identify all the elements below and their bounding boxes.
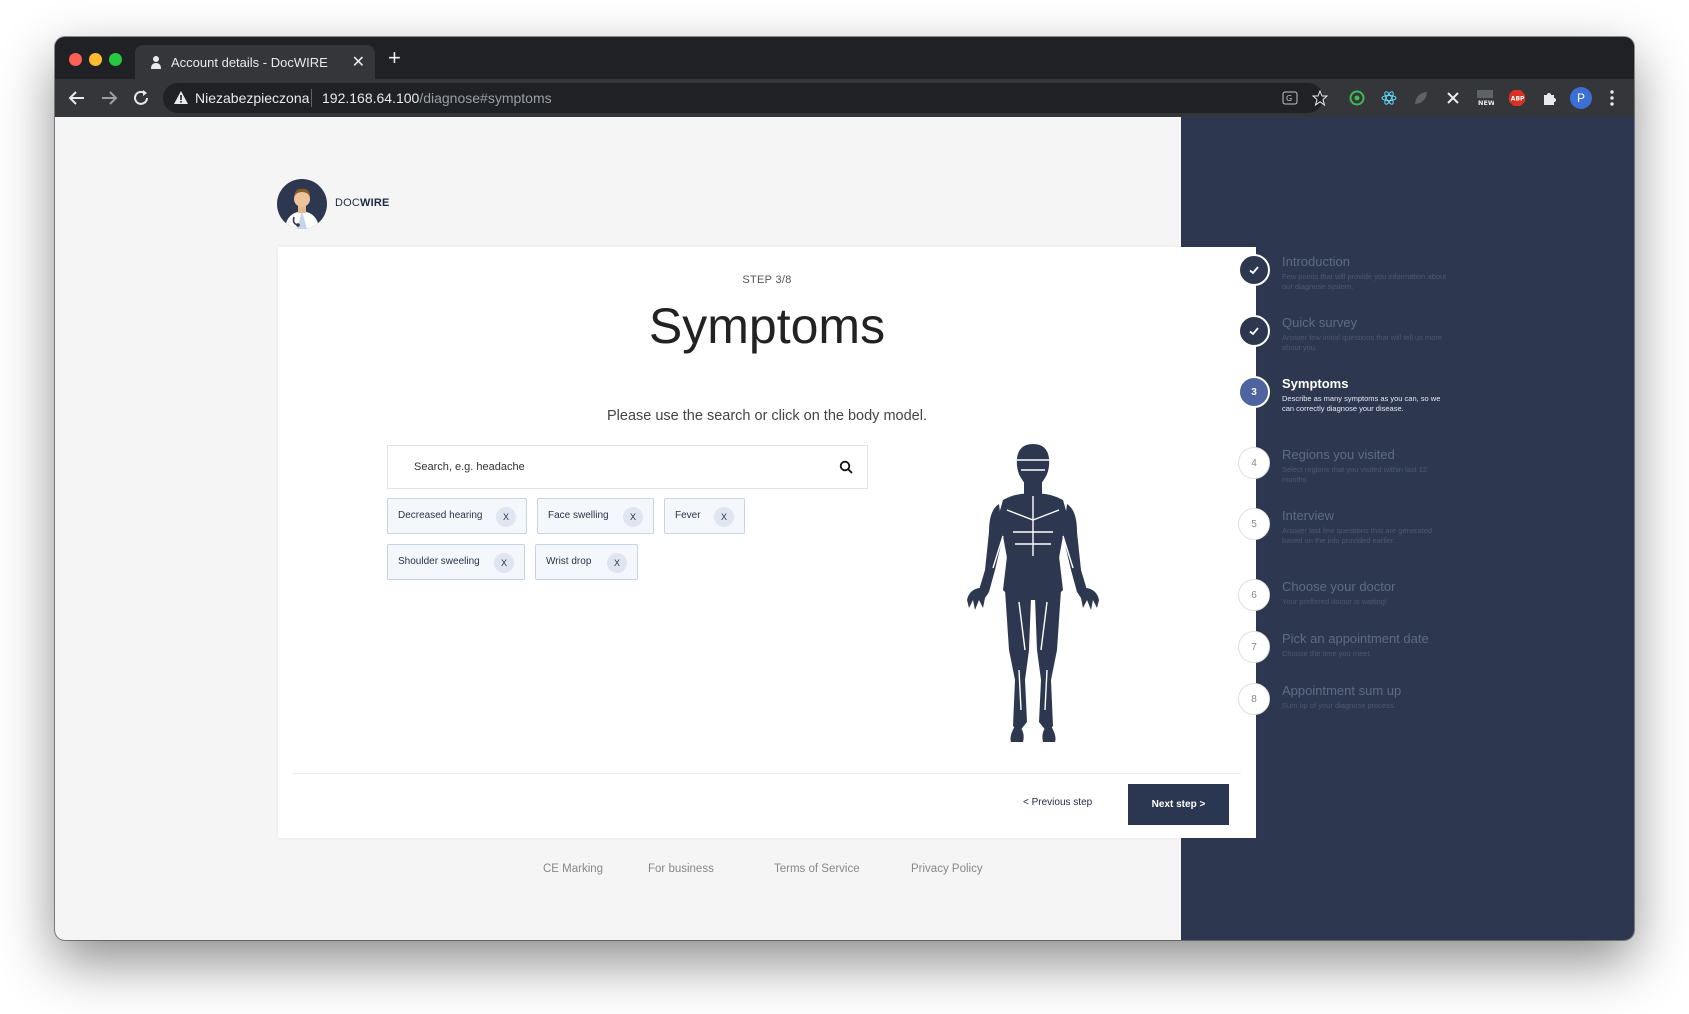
web-page: DOCWIRE STEP 3/8 Symptoms Please use the…: [55, 117, 1634, 940]
url-text[interactable]: 192.168.64.100/diagnose#symptoms: [322, 90, 552, 106]
step-number-circle: 8: [1238, 683, 1270, 715]
check-icon: [1249, 327, 1259, 336]
step-check-circle: [1238, 315, 1270, 347]
chip-label: Decreased hearing: [398, 510, 483, 521]
browser-toolbar: Niezabezpieczona 192.168.64.100/diagnose…: [55, 79, 1634, 117]
browser-window: Account details - DocWIRE ✕ + Niezabezpi…: [55, 37, 1634, 940]
kebab-menu-icon[interactable]: [1603, 89, 1621, 107]
minimize-window-button[interactable]: [89, 53, 102, 66]
step-number-circle: 6: [1238, 579, 1270, 611]
step-name: Interview: [1282, 508, 1335, 523]
remove-chip-button[interactable]: X: [494, 553, 514, 573]
footer-link-terms[interactable]: Terms of Service: [774, 863, 860, 875]
back-icon[interactable]: [65, 86, 89, 110]
react-devtools-icon[interactable]: [1380, 89, 1398, 107]
instruction-text: Please use the search or click on the bo…: [607, 408, 927, 424]
profile-avatar[interactable]: P: [1570, 87, 1592, 109]
step-name: Choose your doctor: [1282, 579, 1396, 594]
remove-chip-button[interactable]: X: [623, 507, 643, 527]
tab-title: Account details - DocWIRE: [171, 55, 328, 70]
search-icon[interactable]: [839, 460, 853, 474]
reload-icon[interactable]: [129, 86, 153, 110]
forward-icon[interactable]: [97, 86, 121, 110]
new-badge-extension-icon[interactable]: NEW: [1476, 89, 1494, 107]
chip-label: Fever: [675, 510, 701, 521]
chip-label: Shoulder sweeling: [398, 556, 480, 567]
close-tab-icon[interactable]: ✕: [352, 52, 365, 72]
step-counter: STEP 3/8: [742, 274, 792, 286]
symptom-chip: Face swelling X: [537, 498, 654, 534]
step-description: Describe as many symptoms as you can, so…: [1282, 394, 1441, 413]
remove-chip-button[interactable]: X: [607, 553, 627, 573]
step-name: Symptoms: [1282, 376, 1349, 391]
address-bar[interactable]: Niezabezpieczona 192.168.64.100/diagnose…: [163, 83, 1323, 113]
svg-text:ABP: ABP: [1511, 96, 1525, 103]
new-tab-button[interactable]: +: [388, 47, 401, 69]
doctor-favicon-icon: [151, 56, 161, 69]
footer-link-for-business[interactable]: For business: [648, 863, 714, 875]
step-name: Quick survey: [1282, 315, 1358, 330]
extensions-puzzle-icon[interactable]: [1540, 89, 1558, 107]
step-name: Pick an appointment date: [1282, 631, 1429, 646]
chip-label: Face swelling: [548, 510, 609, 521]
extension-circle-icon[interactable]: [1348, 89, 1366, 107]
bookmark-star-icon[interactable]: [1311, 89, 1329, 107]
step-number-circle: 3: [1238, 376, 1270, 408]
step-description: Answer last few questions that are gener…: [1282, 526, 1433, 545]
warning-icon[interactable]: [173, 90, 189, 106]
page-title: Symptoms: [648, 298, 886, 354]
symptom-search: [387, 445, 868, 489]
url-host: 192.168.64.100: [322, 90, 420, 106]
step-name: Introduction: [1282, 254, 1350, 269]
check-icon: [1249, 266, 1259, 275]
step-name: Regions you visited: [1282, 447, 1395, 462]
footer-link-privacy[interactable]: Privacy Policy: [911, 863, 983, 875]
svg-text:G: G: [1286, 94, 1292, 103]
browser-tab[interactable]: Account details - DocWIRE ✕: [135, 45, 375, 79]
card-divider: [293, 773, 1241, 774]
adblock-icon[interactable]: ABP: [1508, 89, 1526, 107]
brand-name: DOCWIRE: [335, 197, 390, 209]
symptom-chip: Shoulder sweeling X: [387, 544, 525, 580]
translate-icon[interactable]: G: [1281, 89, 1299, 107]
url-path: /diagnose#symptoms: [419, 90, 552, 106]
symptom-chip: Decreased hearing X: [387, 498, 527, 534]
step-number-circle: 4: [1238, 447, 1270, 479]
tab-bar: Account details - DocWIRE ✕ +: [55, 37, 1634, 79]
step-number-circle: 5: [1238, 508, 1270, 540]
x-extension-icon[interactable]: [1444, 89, 1462, 107]
security-label[interactable]: Niezabezpieczona: [195, 90, 309, 106]
symptom-chip: Wrist drop X: [535, 544, 638, 580]
symptom-chip: Fever X: [664, 498, 745, 534]
step-description: Your preffered doctor is waiting!: [1282, 597, 1388, 606]
step-check-circle: [1238, 254, 1270, 286]
symptoms-card: STEP 3/8 Symptoms Please use the search …: [278, 247, 1256, 838]
step-description: Answer few initial questions that will t…: [1282, 333, 1443, 352]
remove-chip-button[interactable]: X: [496, 507, 516, 527]
step-description: Few points that will provide you informa…: [1282, 272, 1447, 291]
step-number-circle: 7: [1238, 631, 1270, 663]
maximize-window-button[interactable]: [109, 53, 122, 66]
chip-label: Wrist drop: [546, 556, 592, 567]
next-step-button[interactable]: Next step >: [1128, 784, 1229, 825]
remove-chip-button[interactable]: X: [714, 507, 734, 527]
body-model[interactable]: [963, 440, 1103, 745]
footer-link-ce-marking[interactable]: CE Marking: [543, 863, 603, 875]
step-description: Sum up of your diagnose process: [1282, 701, 1394, 710]
step-description: Select regions that you visited within l…: [1282, 465, 1428, 484]
svg-text:NEW: NEW: [1478, 99, 1494, 107]
previous-step-button[interactable]: < Previous step: [1023, 797, 1092, 808]
omnibox-divider: [311, 89, 312, 107]
search-input[interactable]: [398, 446, 818, 488]
leaf-extension-icon[interactable]: [1412, 89, 1430, 107]
docwire-logo[interactable]: [277, 179, 327, 229]
close-window-button[interactable]: [69, 53, 82, 66]
step-description: Choose the time you meet.: [1282, 649, 1372, 658]
step-name: Appointment sum up: [1282, 683, 1402, 698]
